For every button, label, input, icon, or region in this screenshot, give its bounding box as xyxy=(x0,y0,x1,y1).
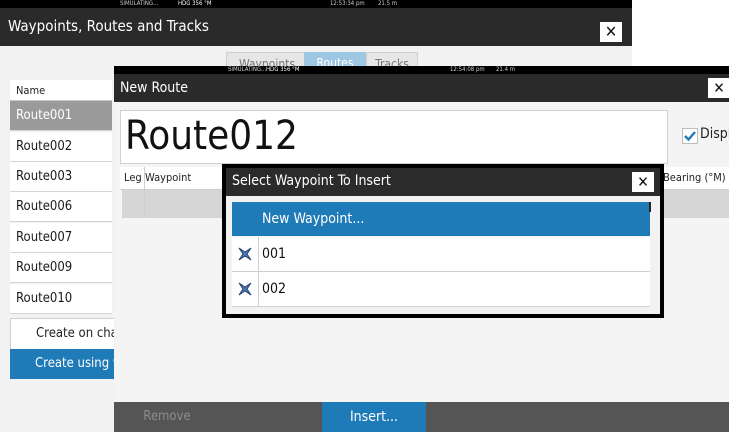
route-list-item[interactable]: Route007 xyxy=(10,223,112,253)
route-list-item[interactable]: Route010 xyxy=(10,284,112,314)
dialog-item-001[interactable]: 001 xyxy=(232,237,650,272)
back-title-bar: Waypoints, Routes and Tracks ✕ xyxy=(0,8,632,46)
waypoint-marker-icon xyxy=(232,272,259,306)
close-icon: ✕ xyxy=(604,22,618,41)
dialog-item-002[interactable]: 002 xyxy=(232,272,650,307)
name-column-header: Name xyxy=(10,80,112,101)
dialog-item-label: 002 xyxy=(262,281,287,297)
table-divider xyxy=(144,167,145,218)
display-label: Display xyxy=(700,126,729,142)
dialog-title: Select Waypoint To Insert xyxy=(232,173,391,189)
route-name-field[interactable]: Route012 xyxy=(120,110,668,164)
route-list-item[interactable]: Route001 xyxy=(10,101,112,131)
remove-button[interactable]: Remove xyxy=(114,402,220,432)
create-using-waypoints-label: Create using waypoints xyxy=(35,356,114,371)
dialog-title-bar: Select Waypoint To Insert ✕ xyxy=(226,168,660,196)
create-on-chart-label: Create on chart xyxy=(36,326,115,341)
front-title-bar: New Route ✕ xyxy=(114,74,729,102)
dialog-item-label: New Waypoint... xyxy=(262,211,365,227)
create-using-waypoints-button[interactable]: Create using waypoints xyxy=(10,349,114,379)
new-waypoint-icon-cell xyxy=(232,202,259,236)
dialog-item-new-waypoint[interactable]: New Waypoint... xyxy=(232,202,650,236)
create-on-chart-button[interactable]: Create on chart xyxy=(10,318,116,350)
insert-button[interactable]: Insert... xyxy=(322,402,426,432)
back-window-title: Waypoints, Routes and Tracks xyxy=(8,17,209,35)
dialog-scrollbar[interactable] xyxy=(649,202,651,212)
back-status-sim: SIMULATING... xyxy=(120,0,159,7)
route-list-item[interactable]: Route009 xyxy=(10,253,112,283)
back-status-heading: HDG 356 °M xyxy=(178,0,212,7)
front-window-title: New Route xyxy=(120,80,188,96)
front-status-depth: 21.4 m xyxy=(496,66,515,73)
check-icon xyxy=(684,131,696,142)
route-name-value: Route012 xyxy=(125,113,298,159)
route-list-item[interactable]: Route006 xyxy=(10,192,112,222)
front-close-button[interactable]: ✕ xyxy=(708,78,729,98)
front-status-time: 12:54:08 pm xyxy=(450,66,485,73)
front-status-sim: SIMULATING... xyxy=(228,66,267,73)
waypoint-column-header: Waypoint xyxy=(145,171,192,184)
dialog-item-label: 001 xyxy=(262,246,287,262)
back-status-bar: SIMULATING... HDG 356 °M 12:53:34 pm 21.… xyxy=(0,0,632,8)
close-icon: ✕ xyxy=(713,79,725,97)
leg-column-header: Leg xyxy=(124,171,142,184)
route-list-item[interactable]: Route003 xyxy=(10,162,112,192)
back-status-depth: 21.5 m xyxy=(378,0,397,7)
back-close-button[interactable]: ✕ xyxy=(600,22,622,42)
front-status-heading: HDG 356 °M xyxy=(266,66,300,73)
close-icon: ✕ xyxy=(637,173,649,191)
back-status-time: 12:53:34 pm xyxy=(330,0,365,7)
bearing-column-header: Bearing (°M) xyxy=(663,171,726,184)
waypoint-marker-icon xyxy=(232,237,259,271)
display-checkbox[interactable] xyxy=(682,128,698,144)
dialog-close-button[interactable]: ✕ xyxy=(632,172,654,192)
route-list-item[interactable]: Route002 xyxy=(10,132,112,162)
front-status-bar: SIMULATING... HDG 356 °M 12:54:08 pm 21.… xyxy=(114,66,729,74)
